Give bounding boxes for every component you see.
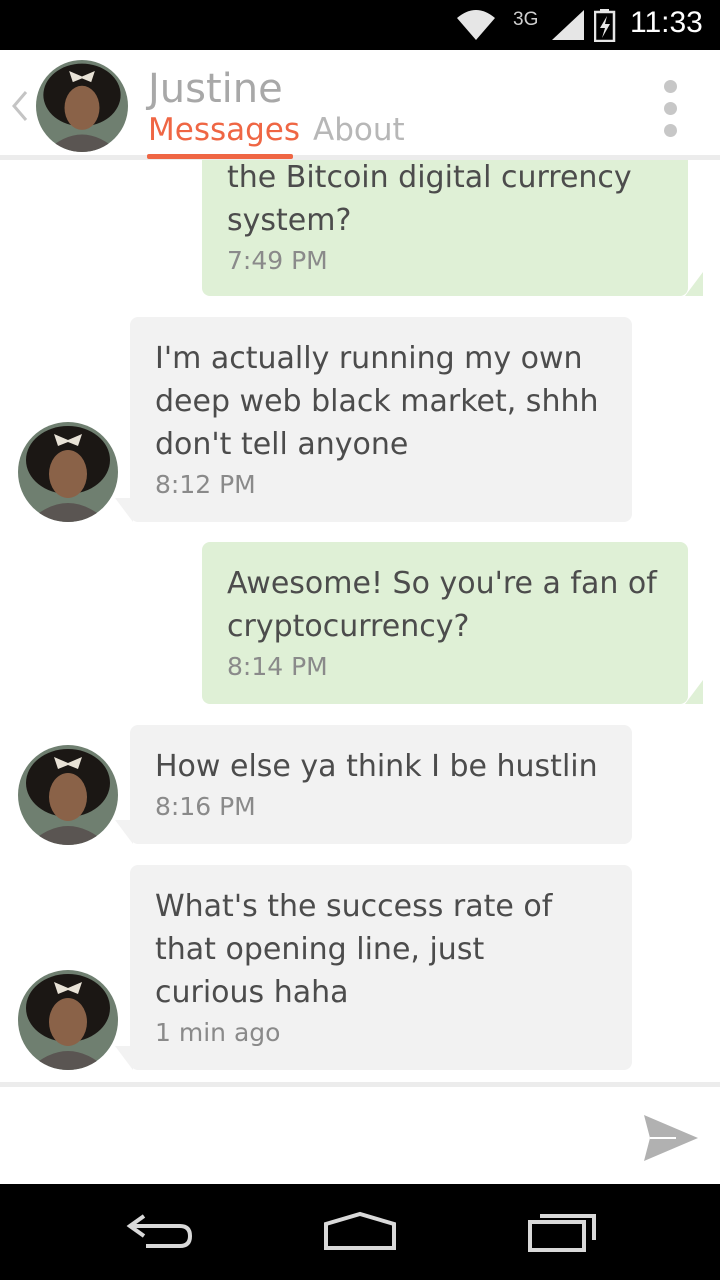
message-time: 8:14 PM [227,652,328,681]
back-chevron-icon[interactable] [6,86,32,126]
status-time: 11:33 [630,6,703,39]
recents-icon[interactable] [526,1208,598,1256]
send-icon[interactable] [642,1111,700,1165]
message-text: I'm actually running my own deep web bla… [155,341,599,462]
message-time: 7:49 PM [227,246,328,275]
conversation-header: Justine Messages About [0,50,720,160]
wifi-icon [457,10,495,40]
active-tab-indicator [147,154,293,159]
compose-bar [0,1082,720,1184]
tab-about[interactable]: About [313,112,405,148]
battery-charging-icon [594,9,616,42]
message-incoming[interactable]: How else ya think I be hustlin 8:16 PM [115,725,632,844]
message-text: the Bitcoin digital currency system? [227,160,632,238]
more-options-icon[interactable] [660,80,680,137]
message-text: What's the success rate of that opening … [155,889,553,1010]
message-outgoing[interactable]: the Bitcoin digital currency system? 7:4… [202,160,703,296]
home-icon[interactable] [322,1208,398,1256]
message-time: 1 min ago [155,1018,281,1047]
signal-icon [552,10,584,40]
message-text: Awesome! So you're a fan of cryptocurren… [227,566,657,644]
system-nav-bar [0,1184,720,1280]
message-time: 8:12 PM [155,470,256,499]
message-input[interactable] [20,1101,620,1171]
tab-messages[interactable]: Messages [148,112,300,148]
message-outgoing[interactable]: Awesome! So you're a fan of cryptocurren… [202,542,703,704]
network-type: 3G [513,9,539,30]
contact-name: Justine [148,66,283,112]
message-list[interactable]: the Bitcoin digital currency system? 7:4… [0,160,720,1082]
avatar[interactable] [18,745,118,845]
message-time: 8:16 PM [155,792,256,821]
message-incoming[interactable]: I'm actually running my own deep web bla… [115,317,632,522]
avatar[interactable] [18,422,118,522]
message-incoming[interactable]: What's the success rate of that opening … [115,865,632,1070]
avatar[interactable] [36,60,128,152]
status-bar: 3G 11:33 [0,0,720,50]
avatar[interactable] [18,970,118,1070]
message-text: How else ya think I be hustlin [155,749,598,784]
back-icon[interactable] [124,1208,196,1256]
